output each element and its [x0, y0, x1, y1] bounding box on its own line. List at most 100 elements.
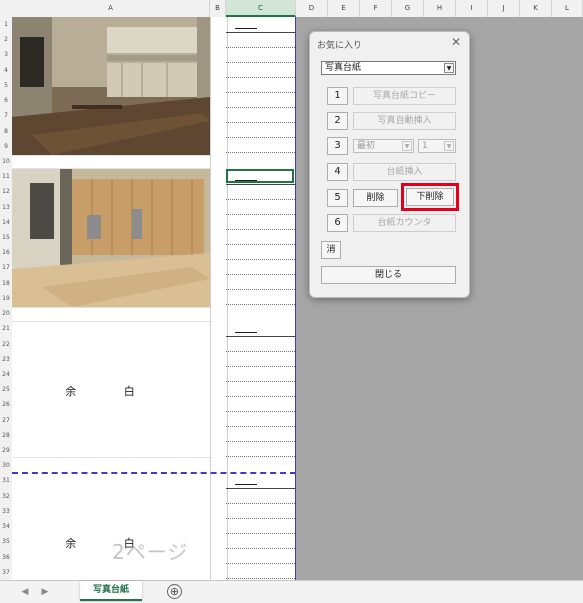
- column-header-e[interactable]: E: [328, 0, 360, 17]
- delete-button[interactable]: 削除: [353, 189, 398, 207]
- sheet-tab-photo-mount[interactable]: 写真台紙: [80, 581, 142, 601]
- row-header-6[interactable]: 6: [0, 93, 12, 108]
- column-header-a[interactable]: A: [12, 0, 210, 17]
- row-header-11[interactable]: 11: [0, 169, 12, 184]
- column-header-l[interactable]: L: [552, 0, 583, 17]
- row-header-37[interactable]: 37: [0, 565, 12, 580]
- row-header-7[interactable]: 7: [0, 108, 12, 123]
- column-header-c[interactable]: C: [226, 0, 296, 17]
- column-header-f[interactable]: F: [360, 0, 392, 17]
- close-dialog-button[interactable]: 閉じる: [321, 266, 456, 284]
- column-header-h[interactable]: H: [424, 0, 456, 17]
- row-header-2[interactable]: 2: [0, 32, 12, 47]
- row-header-9[interactable]: 9: [0, 139, 12, 154]
- column-header-d[interactable]: D: [296, 0, 328, 17]
- column-c-comment-cells[interactable]: [226, 17, 295, 580]
- prev-sheet-icon[interactable]: ◀: [18, 585, 32, 599]
- row-header-10[interactable]: 10: [0, 154, 12, 169]
- comment-line: [226, 563, 295, 564]
- count-select[interactable]: 1 ▼: [418, 139, 456, 153]
- row-header-8[interactable]: 8: [0, 124, 12, 139]
- step-1-button[interactable]: 1: [327, 87, 348, 105]
- gridline: [12, 168, 212, 169]
- row-header-19[interactable]: 19: [0, 291, 12, 306]
- step-5-button[interactable]: 5: [327, 189, 348, 207]
- row-header-22[interactable]: 22: [0, 337, 12, 352]
- add-sheet-icon[interactable]: ⊕: [167, 584, 182, 599]
- comment-line: [226, 548, 295, 549]
- row-header-5[interactable]: 5: [0, 78, 12, 93]
- row-header-1[interactable]: 1: [0, 17, 12, 32]
- insert-mount-button[interactable]: 台紙挿入: [353, 163, 456, 181]
- comment-line: [226, 259, 295, 260]
- clear-button[interactable]: 消: [321, 241, 341, 259]
- row-header-14[interactable]: 14: [0, 215, 12, 230]
- row-header-23[interactable]: 23: [0, 352, 12, 367]
- chevron-down-icon[interactable]: ▼: [444, 63, 454, 73]
- template-select-value: 写真台紙: [325, 63, 362, 73]
- comment-line: [226, 47, 295, 48]
- renovated-room-photo[interactable]: [12, 169, 210, 307]
- row-header-27[interactable]: 27: [0, 413, 12, 428]
- column-header-i[interactable]: I: [456, 0, 488, 17]
- comment-line: [226, 366, 295, 367]
- close-icon[interactable]: ✕: [449, 35, 463, 49]
- row-header-25[interactable]: 25: [0, 382, 12, 397]
- gridline: [12, 321, 212, 322]
- row-header-32[interactable]: 32: [0, 489, 12, 504]
- row-header-15[interactable]: 15: [0, 230, 12, 245]
- comment-line: [226, 214, 295, 215]
- comment-line: [226, 77, 295, 78]
- auto-insert-photos-button[interactable]: 写真自動挿入: [353, 112, 456, 130]
- column-header-k[interactable]: K: [520, 0, 552, 17]
- comment-line: [226, 396, 295, 397]
- row-header-36[interactable]: 36: [0, 550, 12, 565]
- template-select[interactable]: 写真台紙 ▼: [321, 61, 456, 75]
- row-header-34[interactable]: 34: [0, 519, 12, 534]
- kitchen-photo[interactable]: [12, 17, 210, 155]
- row-header-29[interactable]: 29: [0, 443, 12, 458]
- row-header-28[interactable]: 28: [0, 428, 12, 443]
- chevron-down-icon[interactable]: ▼: [402, 141, 412, 151]
- row-header-21[interactable]: 21: [0, 321, 12, 336]
- comment-line: [226, 107, 295, 108]
- step-3-button[interactable]: 3: [327, 137, 348, 155]
- row-header-30[interactable]: 30: [0, 458, 12, 473]
- row-header-33[interactable]: 33: [0, 504, 12, 519]
- row-header-3[interactable]: 3: [0, 47, 12, 62]
- column-header-g[interactable]: G: [392, 0, 424, 17]
- row-header-20[interactable]: 20: [0, 306, 12, 321]
- column-header-bar: A B C D E F G H I J K L: [0, 0, 583, 18]
- chevron-down-icon[interactable]: ▼: [444, 141, 454, 151]
- step-4-button[interactable]: 4: [327, 163, 348, 181]
- row-header-12[interactable]: 12: [0, 184, 12, 199]
- row-header-26[interactable]: 26: [0, 397, 12, 412]
- comment-line: [226, 411, 295, 412]
- row-header-16[interactable]: 16: [0, 245, 12, 260]
- row-header-35[interactable]: 35: [0, 534, 12, 549]
- mount-counter-button[interactable]: 台紙カウンタ: [353, 214, 456, 232]
- step-2-button[interactable]: 2: [327, 112, 348, 130]
- row-header-24[interactable]: 24: [0, 367, 12, 382]
- step-6-button[interactable]: 6: [327, 214, 348, 232]
- print-area[interactable]: 余 白 余 白 2ページ: [12, 17, 296, 580]
- row-header-17[interactable]: 17: [0, 260, 12, 275]
- active-cell-c11[interactable]: [226, 169, 294, 183]
- row-header-4[interactable]: 4: [0, 63, 12, 78]
- column-header-b[interactable]: B: [210, 0, 226, 17]
- comment-marker: [229, 479, 257, 485]
- comment-line: [226, 289, 295, 290]
- comment-line: [226, 503, 295, 504]
- gridline: [12, 307, 212, 308]
- next-sheet-icon[interactable]: ▶: [38, 585, 52, 599]
- position-select[interactable]: 最初 ▼: [353, 139, 414, 153]
- row-header-13[interactable]: 13: [0, 200, 12, 215]
- comment-line: [226, 578, 295, 579]
- row-header-18[interactable]: 18: [0, 276, 12, 291]
- photo-mount-copy-button[interactable]: 写真台紙コピー: [353, 87, 456, 105]
- row-header-31[interactable]: 31: [0, 473, 12, 488]
- kitchen-photo-image: [12, 17, 210, 155]
- column-header-j[interactable]: J: [488, 0, 520, 17]
- comment-line: [226, 122, 295, 123]
- comment-line: [226, 518, 295, 519]
